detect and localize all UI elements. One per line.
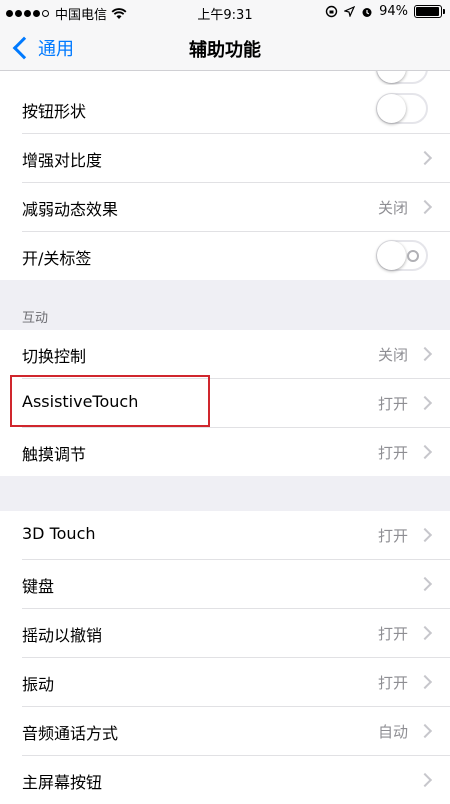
row-button-shapes[interactable]: 按钮形状 <box>22 85 450 134</box>
battery-fill <box>416 7 439 16</box>
toggle-knob <box>377 241 406 270</box>
status-bar: 中国电信 上午9:31 94% <box>0 0 450 24</box>
page-title: 辅助功能 <box>189 40 261 61</box>
row-label: 开/关标签 <box>22 249 92 268</box>
row-label: 振动 <box>22 675 55 694</box>
row-label: 触摸调节 <box>22 445 87 464</box>
row-value: 打开 <box>377 527 408 545</box>
chevron-right-icon <box>417 346 433 362</box>
row-reduce-motion[interactable]: 减弱动态效果 关闭 <box>22 183 450 232</box>
row-on-off-labels[interactable]: 开/关标签 <box>22 232 450 280</box>
row-label: 3D Touch <box>22 524 96 543</box>
row-call-audio-routing[interactable]: 音频通话方式 自动 <box>22 707 450 756</box>
row-shake-to-undo[interactable]: 摇动以撤销 打开 <box>22 609 450 658</box>
status-right: 94% <box>325 4 445 19</box>
chevron-right-icon <box>417 150 433 166</box>
navigation-bar: 通用 辅助功能 <box>0 24 450 71</box>
row-switch-control[interactable]: 切换控制 关闭 <box>22 330 450 379</box>
row-label: 音频通话方式 <box>22 724 119 743</box>
row-vibration[interactable]: 振动 打开 <box>22 658 450 707</box>
row-increase-contrast[interactable]: 增强对比度 <box>22 134 450 183</box>
row-value: 关闭 <box>377 346 408 364</box>
row-value: 自动 <box>377 723 408 741</box>
rotation-lock-icon <box>325 5 338 18</box>
off-label-ring-icon <box>407 250 419 262</box>
row-value: 打开 <box>377 625 408 643</box>
alarm-icon <box>362 7 372 17</box>
scrolled-row-fragment <box>0 71 450 85</box>
row-value: 打开 <box>377 444 408 462</box>
battery-percent: 94% <box>379 4 408 19</box>
location-icon <box>344 6 356 17</box>
annotation-highlight-box <box>10 375 210 427</box>
row-value: 打开 <box>377 674 408 692</box>
row-label: 增强对比度 <box>22 151 103 170</box>
settings-group-display: 按钮形状 增强对比度 减弱动态效果 关闭 开/关标签 <box>0 85 450 280</box>
row-label: 减弱动态效果 <box>22 200 119 219</box>
settings-group-more: 3D Touch 打开 键盘 摇动以撤销 打开 振动 打开 音频通话方式 自动 … <box>0 511 450 804</box>
row-label: 按钮形状 <box>22 102 87 121</box>
chevron-right-icon <box>417 723 433 739</box>
chevron-right-icon <box>417 576 433 592</box>
row-3d-touch[interactable]: 3D Touch 打开 <box>22 511 450 560</box>
row-label: 主屏幕按钮 <box>22 773 103 792</box>
chevron-right-icon <box>417 444 433 460</box>
partial-toggle[interactable] <box>376 71 428 84</box>
on-off-labels-toggle[interactable] <box>376 240 428 271</box>
chevron-right-icon <box>417 674 433 690</box>
row-keyboard[interactable]: 键盘 <box>22 560 450 609</box>
row-value: 关闭 <box>377 199 408 217</box>
section-header-interaction: 互动 <box>22 311 49 326</box>
chevron-right-icon <box>417 395 433 411</box>
chevron-right-icon <box>417 199 433 215</box>
chevron-right-icon <box>417 625 433 641</box>
row-value: 打开 <box>377 395 408 413</box>
row-home-button[interactable]: 主屏幕按钮 <box>22 756 450 804</box>
toggle-knob <box>377 94 406 123</box>
row-touch-accommodations[interactable]: 触摸调节 打开 <box>22 428 450 476</box>
row-label: 摇动以撤销 <box>22 626 103 645</box>
row-label: 键盘 <box>22 577 55 596</box>
button-shapes-toggle[interactable] <box>376 93 428 124</box>
chevron-right-icon <box>417 772 433 788</box>
battery-icon <box>414 5 445 18</box>
chevron-right-icon <box>417 527 433 543</box>
row-label: 切换控制 <box>22 347 87 366</box>
